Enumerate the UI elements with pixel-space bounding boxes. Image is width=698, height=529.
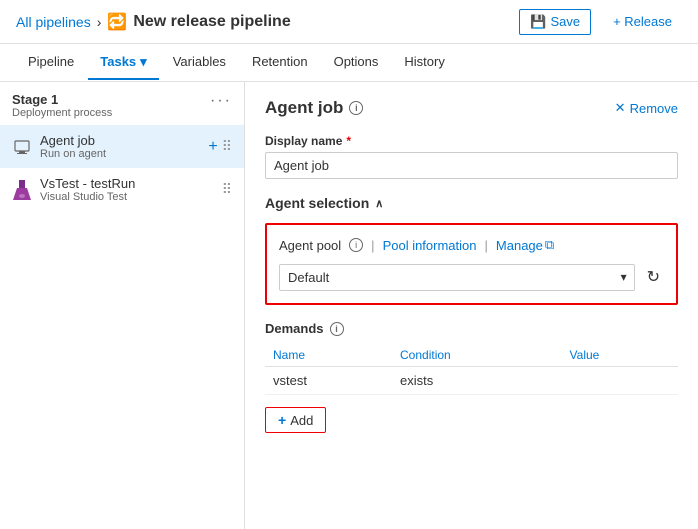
tasks-dropdown-icon: ▾ — [140, 54, 147, 70]
save-button[interactable]: 💾 Save — [519, 9, 591, 35]
col-condition-header: Condition — [392, 344, 562, 367]
agent-job-info-icon[interactable]: i — [349, 101, 363, 115]
pool-select-wrapper: Default Hosted Azure Pipelines ▾ — [279, 264, 635, 291]
vstest-icon — [12, 180, 32, 200]
demand-condition-cell: exists — [392, 367, 562, 395]
manage-link[interactable]: Manage ⧉ — [496, 237, 554, 253]
sidebar-item-agent-job[interactable]: Agent job Run on agent + ⠿ — [0, 125, 244, 168]
agent-selection-header: Agent selection ∧ — [265, 195, 678, 211]
content-header: Agent job i ✕ Remove — [265, 98, 678, 118]
breadcrumb-separator: › — [97, 14, 102, 30]
remove-x-icon: ✕ — [615, 100, 626, 116]
sidebar: Stage 1 Deployment process ··· Agent job… — [0, 82, 245, 529]
pool-information-link[interactable]: Pool information — [383, 238, 477, 253]
add-task-button[interactable]: + — [208, 138, 217, 156]
tab-options[interactable]: Options — [322, 46, 391, 79]
col-name-header: Name — [265, 344, 392, 367]
drag-handle-icon[interactable]: ⠿ — [222, 138, 232, 155]
display-name-input[interactable] — [265, 152, 678, 179]
tab-variables[interactable]: Variables — [161, 46, 238, 79]
pipeline-title: New release pipeline — [133, 13, 290, 31]
agent-selection-chevron[interactable]: ∧ — [375, 197, 383, 210]
stage-menu-button[interactable]: ··· — [210, 92, 232, 110]
add-demand-button[interactable]: + Add — [265, 407, 326, 433]
main-layout: Stage 1 Deployment process ··· Agent job… — [0, 82, 698, 529]
remove-button[interactable]: ✕ Remove — [615, 100, 678, 116]
display-name-label: Display name * — [265, 134, 678, 148]
demand-value-cell — [562, 367, 678, 395]
agent-job-icon — [12, 137, 32, 157]
table-row: vstest exists — [265, 367, 678, 395]
demands-table: Name Condition Value vstest exists — [265, 344, 678, 395]
all-pipelines-link[interactable]: All pipelines — [16, 14, 91, 30]
pool-header: Agent pool i | Pool information | Manage… — [279, 237, 664, 253]
required-indicator: * — [346, 134, 351, 148]
pool-select-row: Default Hosted Azure Pipelines ▾ ↻ — [279, 263, 664, 291]
stage-title: Stage 1 — [12, 92, 112, 107]
release-button[interactable]: + Release — [603, 10, 682, 33]
tab-history[interactable]: History — [392, 46, 456, 79]
agent-pool-box: Agent pool i | Pool information | Manage… — [265, 223, 678, 305]
pool-select-dropdown[interactable]: Default Hosted Azure Pipelines — [279, 264, 635, 291]
stage-header: Stage 1 Deployment process ··· — [0, 82, 244, 125]
refresh-button[interactable]: ↻ — [643, 263, 664, 291]
col-value-header: Value — [562, 344, 678, 367]
demand-name-cell: vstest — [265, 367, 392, 395]
nav-tabs: Pipeline Tasks ▾ Variables Retention Opt… — [0, 44, 698, 82]
tab-pipeline[interactable]: Pipeline — [16, 46, 86, 79]
stage-info: Stage 1 Deployment process — [12, 92, 112, 119]
breadcrumb-area: All pipelines › 🔁 New release pipeline — [16, 12, 291, 32]
plus-icon: + — [278, 412, 286, 428]
tab-tasks[interactable]: Tasks ▾ — [88, 46, 158, 80]
pipeline-icon: 🔁 — [107, 12, 127, 32]
demands-table-header-row: Name Condition Value — [265, 344, 678, 367]
save-icon: 💾 — [530, 14, 546, 30]
content-title: Agent job i — [265, 98, 363, 118]
manage-external-icon: ⧉ — [545, 237, 554, 253]
display-name-group: Display name * — [265, 134, 678, 179]
drag-handle-icon-vstest[interactable]: ⠿ — [222, 181, 232, 198]
content-area: Agent job i ✕ Remove Display name * Agen… — [245, 82, 698, 529]
tab-retention[interactable]: Retention — [240, 46, 320, 79]
demands-header: Demands i — [265, 321, 678, 336]
demands-info-icon[interactable]: i — [330, 322, 344, 336]
stage-subtitle: Deployment process — [12, 107, 112, 119]
pool-info-icon[interactable]: i — [349, 238, 363, 252]
top-bar-actions: 💾 Save + Release — [519, 9, 682, 35]
sidebar-item-vstest[interactable]: VsTest - testRun Visual Studio Test ⠿ — [0, 168, 244, 211]
top-bar: All pipelines › 🔁 New release pipeline 💾… — [0, 0, 698, 44]
